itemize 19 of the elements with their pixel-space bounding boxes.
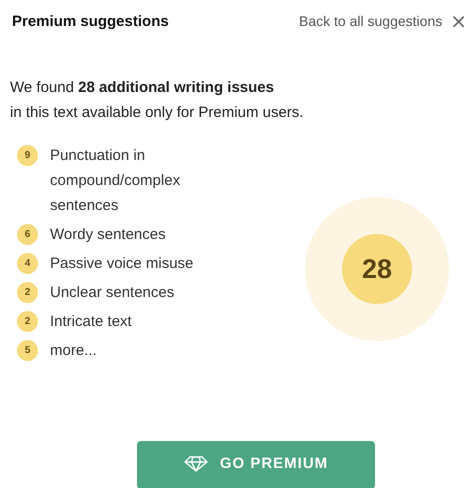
issue-label: Wordy sentences xyxy=(50,225,167,245)
total-count: 28 xyxy=(342,234,412,304)
back-link[interactable]: Back to all suggestions xyxy=(299,13,442,29)
count-badge: 6 xyxy=(17,224,38,245)
issue-label: Passive voice misuse xyxy=(50,254,194,274)
panel-title: Premium suggestions xyxy=(12,12,169,30)
count-badge: 2 xyxy=(17,282,38,303)
count-badge: 9 xyxy=(17,145,38,166)
diamond-icon xyxy=(184,456,208,472)
count-badge: 4 xyxy=(17,253,38,274)
issue-label: more... xyxy=(50,341,98,361)
intro-text: We found 28 additional writing issues in this text available only for Premium users. xyxy=(10,78,304,123)
go-premium-button[interactable]: GO PREMIUM xyxy=(137,441,375,488)
issue-label: Intricate text xyxy=(50,312,133,332)
close-button[interactable]: × xyxy=(442,11,471,31)
count-badge: 2 xyxy=(17,311,38,332)
issue-label: Unclear sentences xyxy=(50,283,176,303)
issue-label: Punctuation in compound/complex sentences xyxy=(50,146,182,216)
count-badge: 5 xyxy=(17,340,38,361)
